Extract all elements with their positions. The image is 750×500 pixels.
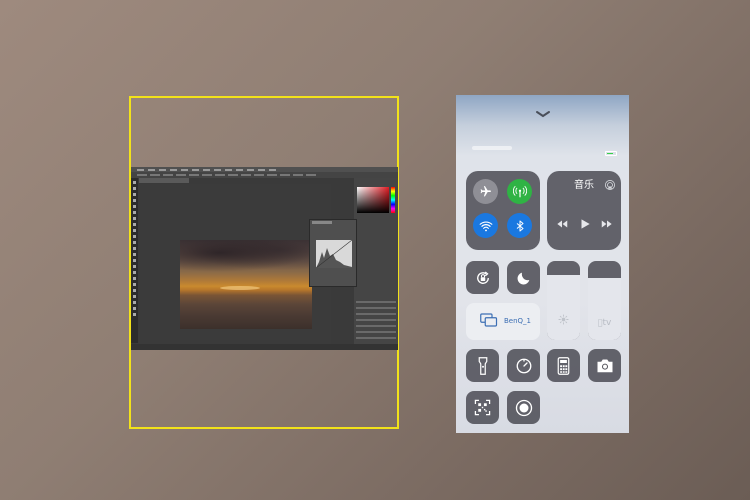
apple-tv-label: tv [600,318,611,328]
chevron-down-icon[interactable] [535,103,551,118]
apple-tv-remote-slider[interactable]: tv [588,261,621,340]
screen-mirroring-icon [480,313,498,327]
timer-button[interactable] [507,349,540,382]
photoshop-screenshot [131,167,398,350]
next-track-icon[interactable] [600,217,614,231]
airplane-icon [480,186,491,197]
cellular-data-button[interactable] [507,179,532,204]
bluetooth-icon [516,220,523,231]
qr-code-icon [474,399,491,416]
record-icon [515,399,532,416]
ps-curves-panel [309,219,357,287]
calculator-button[interactable] [547,349,580,382]
ps-status-bar [131,344,398,350]
sunset-photo [180,240,312,329]
previous-track-icon[interactable] [555,217,569,231]
ps-curves-title [312,221,332,224]
status-bar-carrier [472,146,512,150]
connectivity-module [466,171,540,250]
flashlight-icon [478,356,487,375]
camera-button[interactable] [588,349,621,382]
airplane-mode-button[interactable] [473,179,498,204]
brightness-level [547,275,580,340]
camera-icon [597,359,612,373]
bluetooth-button[interactable] [507,213,532,238]
wifi-button[interactable] [473,213,498,238]
ps-document-tab [139,178,189,183]
qr-code-scanner-button[interactable] [466,391,499,424]
sun-icon [547,314,580,328]
ps-layers-panel [356,297,396,343]
control-center: 音乐 tv BenQ_1 [456,95,629,433]
music-controls [547,217,621,231]
battery-icon [605,151,617,156]
rotation-lock-icon [476,270,489,284]
brightness-slider[interactable] [547,261,580,340]
rotation-lock-button[interactable] [466,261,499,294]
ps-hue-slider [391,187,395,213]
apple-tv-icon: tv [588,318,621,328]
music-title: 音乐 [574,180,594,191]
play-icon[interactable] [578,217,592,231]
cellular-icon [512,185,527,197]
screen-mirroring-button[interactable]: BenQ_1 [466,303,540,340]
mirroring-device-label: BenQ_1 [504,317,532,325]
ps-tools-panel [131,178,138,343]
ps-canvas-area [139,184,331,344]
moon-icon [517,272,529,284]
flashlight-button[interactable] [466,349,499,382]
ps-color-picker [357,187,389,213]
volume-level [588,278,621,340]
do-not-disturb-button[interactable] [507,261,540,294]
screen-recording-button[interactable] [507,391,540,424]
wifi-icon [479,220,492,231]
timer-icon [516,358,531,373]
ps-histogram [316,240,352,268]
music-module[interactable]: 音乐 [547,171,621,250]
calculator-icon [557,356,570,375]
